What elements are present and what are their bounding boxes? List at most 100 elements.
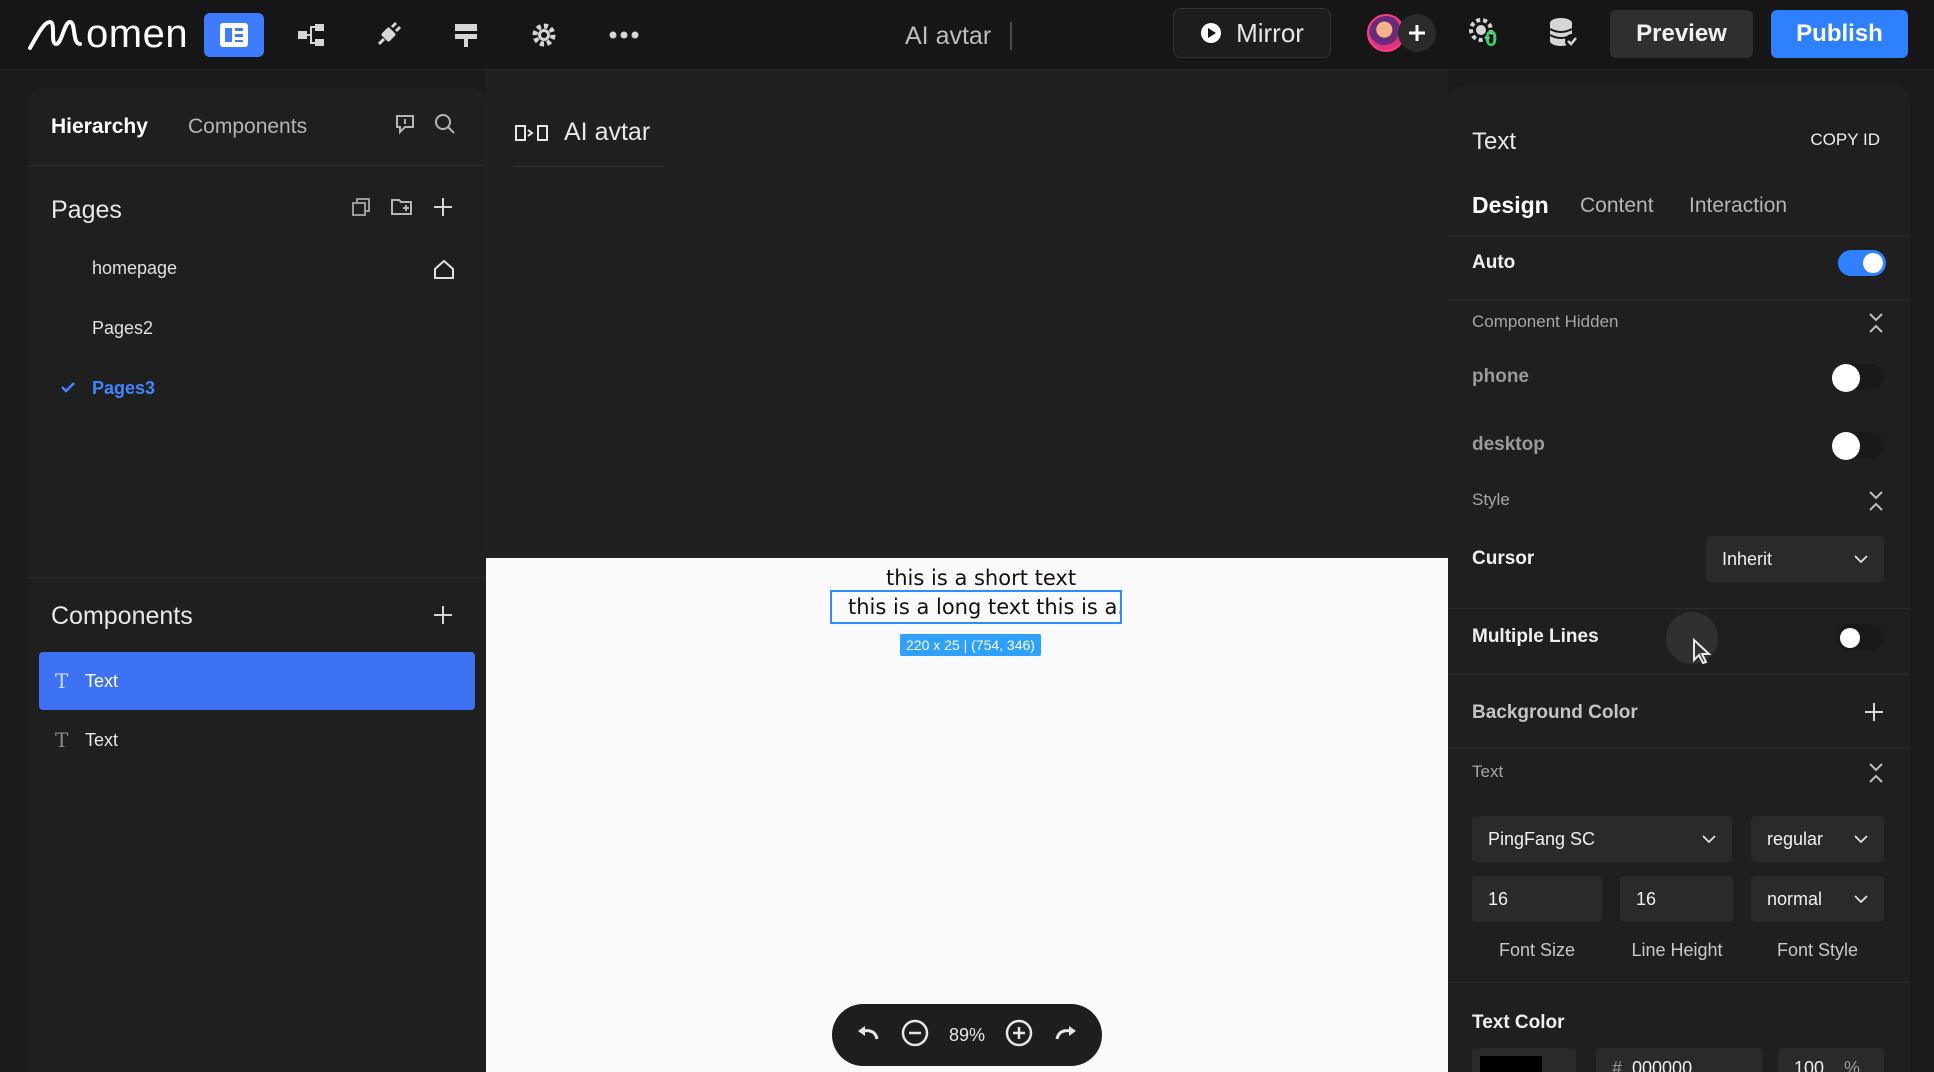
zoom-in-icon[interactable] [1004,1018,1034,1053]
momen-logo[interactable]: omen [26,12,188,56]
font-size-input[interactable]: 16 [1472,876,1602,922]
desktop-hidden-toggle[interactable] [1832,432,1884,460]
canvas-page-header: AI avtar [514,118,650,147]
collapse-icon[interactable] [1868,312,1884,339]
add-background-icon[interactable] [1864,702,1884,727]
component-label: Text [85,729,119,750]
actions-button[interactable] [358,13,418,57]
zoom-out-icon[interactable] [900,1018,930,1053]
canvas-area[interactable]: AI avtar this is a short text this is a … [486,70,1448,1072]
pages-layout-button[interactable] [204,13,264,57]
panel-title: Text [1472,128,1517,155]
undo-icon[interactable] [855,1023,881,1048]
plug-icon [377,21,402,46]
add-collaborator-button[interactable] [1398,14,1436,52]
auto-label: Auto [1472,252,1516,273]
api-button[interactable] [436,13,496,57]
preview-button[interactable]: Preview [1610,10,1753,58]
auto-toggle[interactable] [1838,250,1886,276]
zoom-toolbar: 89% [832,1004,1102,1066]
long-text-element-selected[interactable]: this is a long text this is a... [830,590,1122,624]
signpost-icon [455,24,477,47]
tab-content[interactable]: Content [1580,194,1654,218]
gear-icon [532,23,556,47]
mirror-label: Mirror [1236,17,1304,48]
font-family-select[interactable]: PingFang SC [1472,816,1732,862]
home-icon [432,258,456,285]
plus-icon [1409,25,1425,41]
logo-m-icon [28,19,82,50]
check-icon [60,380,76,399]
tab-hierarchy[interactable]: Hierarchy [51,115,148,139]
pages-title: Pages [51,196,122,224]
long-text-content: this is a long text this is a... [848,595,1122,619]
redo-icon[interactable] [1053,1023,1079,1048]
multiple-lines-toggle[interactable] [1836,624,1884,650]
color-swatch [1480,1056,1542,1072]
add-page-icon[interactable] [432,196,454,223]
font-weight-select[interactable]: regular [1751,816,1884,862]
project-title[interactable]: AI avtar [905,22,991,51]
search-icon[interactable] [434,113,456,140]
left-panel: Hierarchy Components Pages homepage Page… [28,88,486,1072]
data-model-button[interactable] [281,13,341,57]
divider [1448,748,1910,749]
background-color-label: Background Color [1472,702,1638,723]
page-item-pages2[interactable]: Pages2 [92,318,153,339]
text-color-swatch-picker[interactable] [1472,1048,1576,1072]
tab-design[interactable]: Design [1472,192,1549,219]
logo-text: omen [86,11,189,56]
collapse-icon[interactable] [1868,762,1884,789]
top-bar: omen AI avtar Mirror 0 Preview Publish [0,0,1934,70]
font-style-caption: Font Style [1776,940,1859,960]
components-title: Components [51,602,193,630]
font-family-value: PingFang SC [1488,828,1596,849]
layout-panel-icon [220,23,248,47]
cursor-select[interactable]: Inherit [1706,536,1884,582]
component-item-text-2[interactable]: T Text [39,711,475,769]
add-component-icon[interactable] [432,604,454,631]
settings-button[interactable] [514,13,574,57]
publish-button[interactable]: Publish [1771,10,1908,58]
more-button[interactable] [594,13,654,57]
left-panel-tabs: Hierarchy Components [28,88,486,166]
cursor-value: Inherit [1722,548,1773,569]
text-type-icon: T [55,728,69,752]
phone-label: phone [1472,366,1529,387]
component-item-text-1[interactable]: T Text [39,652,475,710]
font-size-caption: Font Size [1498,940,1576,960]
properties-panel: Text COPY ID Design Content Interaction … [1448,86,1910,1072]
data-model-icon [298,24,324,46]
chevron-down-icon [1854,835,1868,843]
line-height-input[interactable]: 16 [1620,876,1733,922]
feedback-icon[interactable] [394,113,416,142]
mirror-button[interactable]: Mirror [1173,8,1331,58]
text-type-icon: T [55,669,69,693]
page-item-homepage[interactable]: homepage [92,258,177,279]
page-item-pages3[interactable]: Pages3 [92,378,155,399]
component-hidden-label: Component Hidden [1472,312,1619,331]
font-style-value: normal [1767,888,1823,909]
font-style-select[interactable]: normal [1751,876,1884,922]
tab-interaction[interactable]: Interaction [1689,194,1787,218]
add-folder-icon[interactable] [390,196,414,223]
canvas-page-title: AI avtar [564,118,651,146]
hex-value: 000000 [1632,1057,1693,1072]
multiple-lines-label: Multiple Lines [1472,626,1599,647]
copy-id-button[interactable]: COPY ID [1810,130,1880,150]
copy-page-icon[interactable] [350,196,372,223]
header-underline [514,166,664,167]
text-color-opacity-input[interactable]: 100 % [1778,1048,1884,1072]
opacity-value: 100 [1794,1057,1825,1072]
tab-components[interactable]: Components [188,115,307,139]
selection-size-tag: 220 x 25 | (754, 346) [900,634,1041,656]
collapse-icon[interactable] [1868,490,1884,517]
short-text-element[interactable]: this is a short text [886,566,1076,590]
artboard[interactable]: this is a short text this is a long text… [486,558,1448,1072]
zoom-level: 89% [948,1024,985,1045]
text-color-hex-input[interactable]: # 000000 [1596,1048,1762,1072]
phone-hidden-toggle[interactable] [1832,364,1884,392]
components-section: Components T Text T Text [28,578,486,1072]
database-check-icon[interactable] [1548,16,1580,55]
divider [1448,982,1910,983]
